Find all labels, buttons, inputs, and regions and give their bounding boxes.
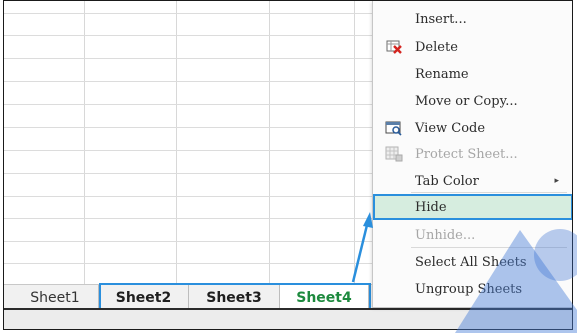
menu-item-insert[interactable]: Insert... (373, 6, 572, 32)
menu-separator (411, 192, 567, 193)
delete-sheet-icon (385, 38, 403, 56)
menu-item-view-code[interactable]: View Code (373, 115, 572, 141)
menu-item-move-or-copy[interactable]: Move or Copy... (373, 88, 572, 114)
menu-item-label: Protect Sheet... (415, 146, 518, 162)
menu-item-ungroup-sheets[interactable]: Ungroup Sheets (373, 276, 572, 302)
menu-item-delete[interactable]: Delete (373, 34, 572, 60)
status-bar (4, 308, 572, 329)
menu-item-label: Delete (415, 39, 458, 55)
menu-item-tab-color[interactable]: Tab Color ▸ (373, 168, 572, 194)
menu-item-label: Unhide... (415, 227, 476, 243)
menu-item-label: Tab Color (415, 173, 479, 189)
menu-item-label: Move or Copy... (415, 93, 518, 109)
submenu-arrow-icon: ▸ (554, 176, 559, 186)
menu-item-unhide[interactable]: Unhide... (373, 222, 572, 248)
sheet-context-menu: Insert... Delete Rename Move or Copy... (372, 1, 572, 308)
excel-window: Sheet1 Sheet2 Sheet3 Sheet4 Insert... De… (3, 0, 573, 330)
view-code-icon (385, 119, 403, 137)
menu-item-label: View Code (415, 120, 486, 136)
menu-item-label: Select All Sheets (415, 254, 527, 270)
menu-separator (411, 247, 567, 248)
menu-item-label: Rename (415, 66, 469, 82)
menu-item-label: Ungroup Sheets (415, 281, 523, 297)
menu-item-protect-sheet[interactable]: Protect Sheet... (373, 141, 572, 167)
menu-item-rename[interactable]: Rename (373, 61, 572, 87)
menu-item-select-all-sheets[interactable]: Select All Sheets (373, 249, 572, 275)
menu-item-label: Insert... (415, 11, 467, 27)
protect-sheet-icon (385, 145, 403, 163)
menu-item-label: Hide (415, 199, 447, 215)
menu-item-hide[interactable]: Hide (373, 194, 572, 220)
